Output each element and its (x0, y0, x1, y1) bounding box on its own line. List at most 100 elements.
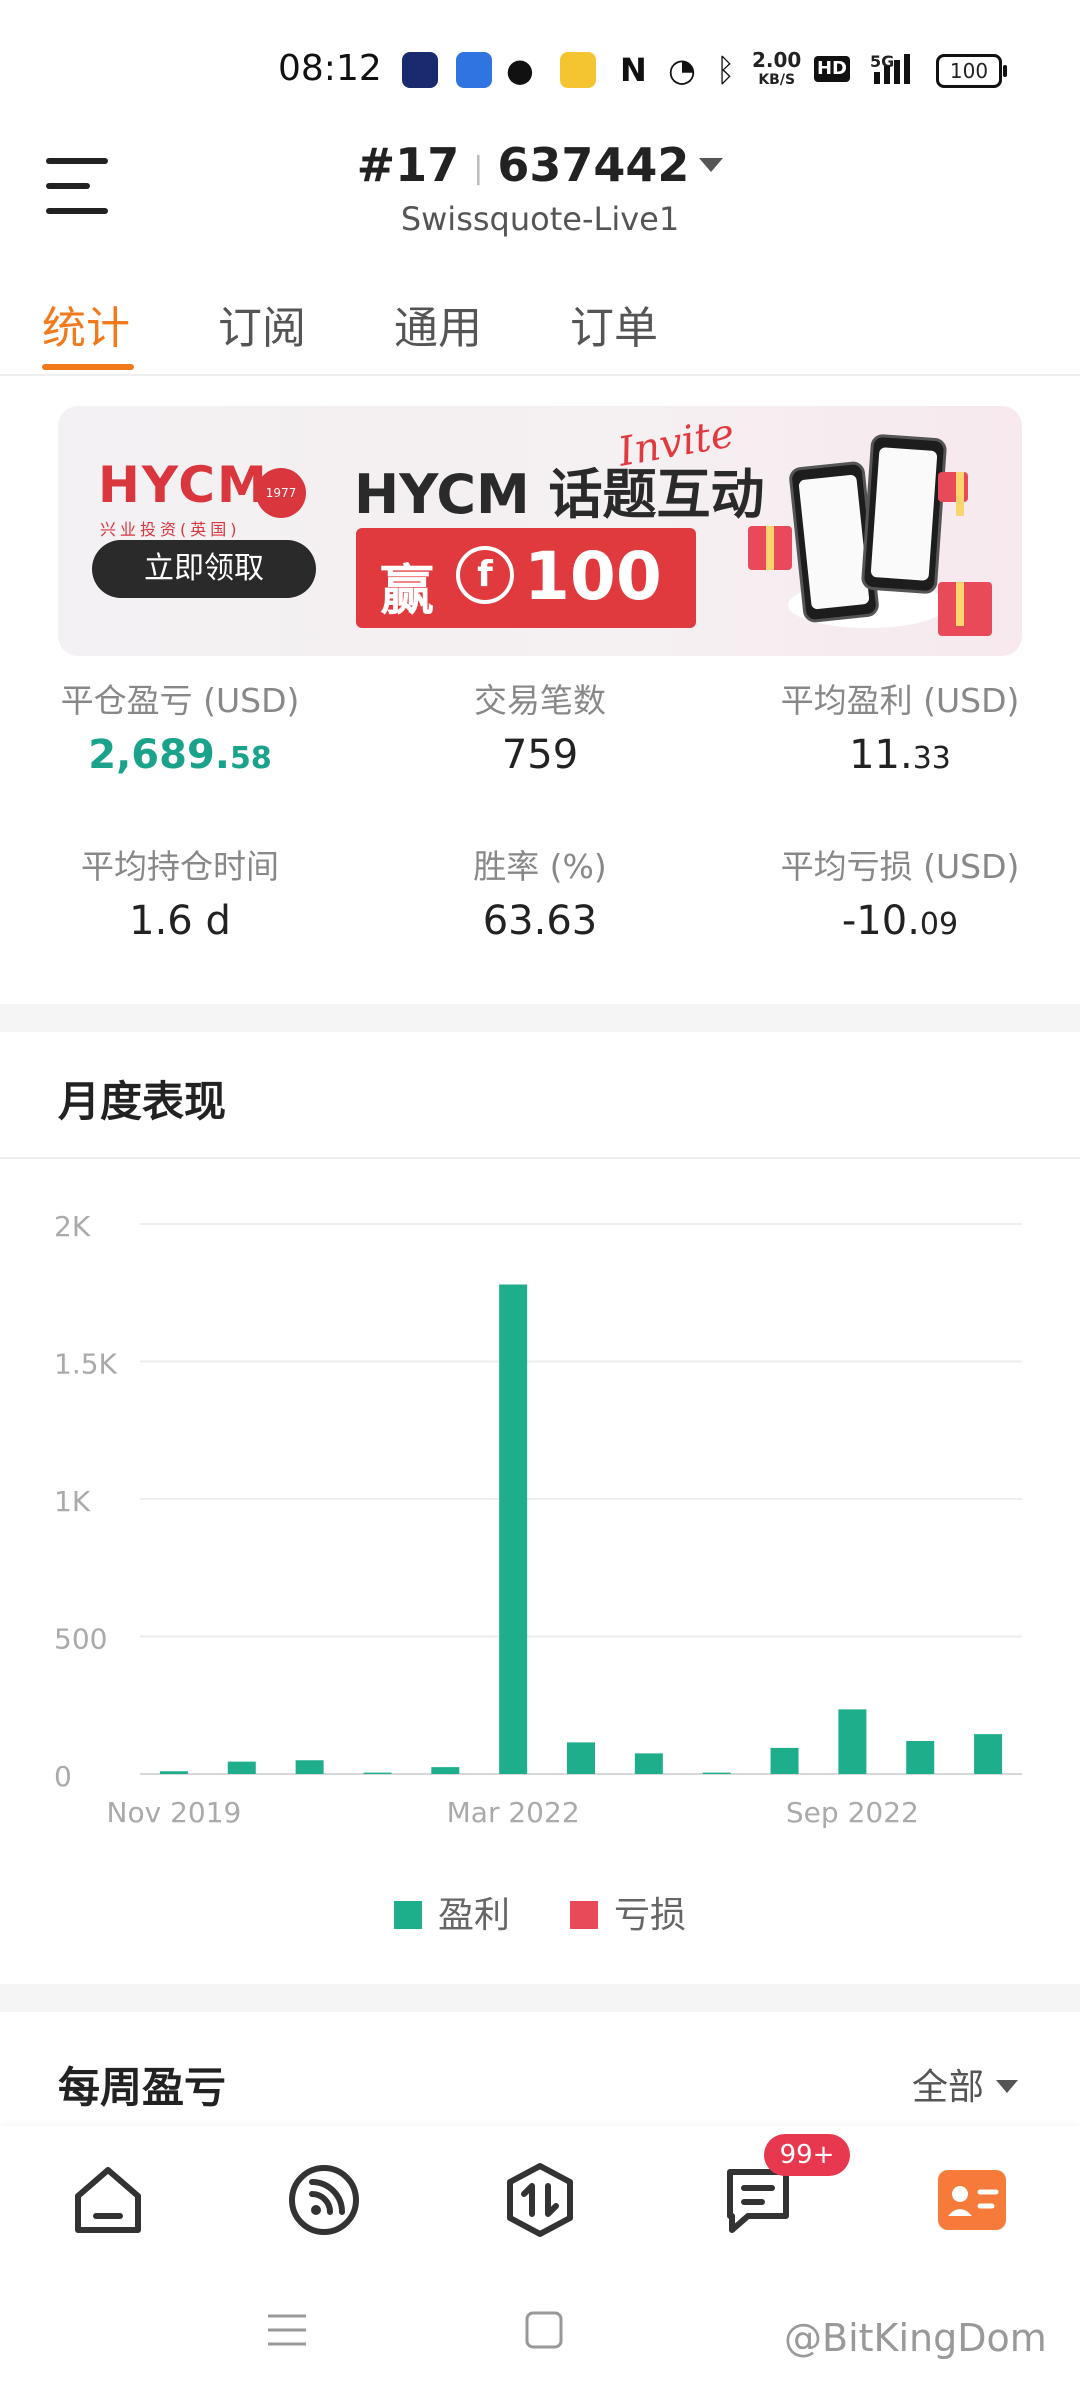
bottom-navigation (0, 2126, 1080, 2266)
statistics-grid: 平仓盈亏 (USD) 2,689.58 交易笔数 759 平均盈利 (USD) … (0, 680, 1080, 1000)
bar (431, 1767, 460, 1774)
net-speed: 2.00 KB/S (752, 50, 801, 90)
stat-value: 1.6 d (0, 898, 360, 944)
legend-label: 盈利 (438, 1895, 511, 1936)
banner-prize-prefix: 赢 (380, 559, 434, 622)
stat-value: 63.63 (360, 898, 720, 944)
messages-badge: 99+ (764, 2134, 850, 2176)
status-bar: 08:12 ● N ◔ ᛒ 2.00 KB/S HD 5G 100 (0, 0, 1080, 130)
bar (159, 1771, 188, 1774)
stat-avg-loss: 平均亏损 (USD) -10.09 (720, 840, 1080, 944)
y-tick-label: 0 (54, 1760, 72, 1793)
bar (770, 1747, 799, 1774)
y-tick-label: 1.5K (54, 1348, 118, 1381)
recent-apps-icon[interactable] (266, 2310, 308, 2352)
feed-icon[interactable] (284, 2160, 364, 2240)
bar (227, 1761, 256, 1774)
bar (838, 1709, 867, 1774)
home-icon[interactable] (68, 2160, 148, 2240)
mail-icon (560, 52, 596, 88)
stat-win-rate: 胜率 (%) 63.63 (360, 840, 720, 944)
stat-value-main: 63.63 (482, 898, 598, 944)
x-tick-label: Mar 2022 (447, 1796, 580, 1829)
stat-value-decimal: 33 (912, 741, 951, 776)
chevron-down-icon (699, 157, 724, 172)
profile-icon[interactable] (932, 2160, 1012, 2240)
tab-general[interactable]: 通用 (394, 292, 482, 356)
chevron-down-icon (996, 2079, 1019, 2093)
bar (567, 1742, 595, 1774)
stat-value-main: -10. (841, 898, 920, 944)
section-divider (0, 1984, 1080, 2012)
y-tick-label: 2K (54, 1210, 91, 1243)
bluetooth-icon: ᛒ (716, 51, 736, 89)
account-selector[interactable]: #17 | 637442 (0, 138, 1080, 192)
legend-loss[interactable]: 亏损 (570, 1886, 686, 1938)
active-tab-indicator (42, 364, 134, 370)
monthly-performance-title: 月度表现 (58, 1077, 227, 1126)
stat-label: 平均持仓时间 (81, 847, 279, 886)
bar (363, 1772, 392, 1774)
stat-value-main: 11. (849, 732, 913, 778)
legend-swatch-loss (570, 1901, 598, 1929)
stat-value: 759 (360, 732, 720, 778)
account-number: 637442 (497, 138, 690, 192)
weekly-pnl-title: 每周盈亏 (58, 2063, 227, 2112)
app-icon-1 (402, 52, 438, 88)
banner-logo: HYCM (98, 456, 269, 514)
battery-icon: 100 (936, 54, 1007, 88)
stat-trade-count: 交易笔数 759 (360, 680, 720, 778)
tab-orders[interactable]: 订单 (570, 292, 658, 356)
stat-label: 交易笔数 (474, 681, 606, 720)
stat-label: 胜率 (%) (473, 847, 607, 886)
coin-icon: f (456, 546, 514, 604)
signal-icon (874, 54, 910, 84)
stat-label: 平均亏损 (USD) (780, 847, 1020, 886)
server-name: Swissquote-Live1 (400, 200, 680, 238)
stat-value-decimal: 58 (229, 741, 272, 776)
legend-label: 亏损 (614, 1895, 687, 1936)
legend-swatch-profit (394, 1901, 422, 1929)
phone-graphic (860, 433, 948, 595)
banner-title: HYCM 话题互动 (354, 463, 765, 526)
weekly-filter-dropdown[interactable]: 全部 (912, 2058, 1019, 2110)
banner-logo-year: 1977 (256, 468, 306, 518)
gift-icon (748, 526, 792, 570)
tab-subscription[interactable]: 订阅 (218, 292, 306, 356)
x-tick-label: Nov 2019 (107, 1796, 242, 1829)
divider (0, 1157, 1080, 1159)
banner-logo-subtitle: 兴业投资(英国) (100, 520, 241, 539)
stat-value: 11.33 (720, 732, 1080, 778)
promo-banner[interactable]: HYCM 1977 兴业投资(英国) 立即领取 HYCM 话题互动 Invite… (58, 406, 1022, 656)
tab-statistics[interactable]: 统计 (42, 292, 130, 356)
section-divider (0, 1004, 1080, 1032)
stat-value-main: 759 (501, 732, 579, 778)
stat-avg-hold-time: 平均持仓时间 1.6 d (0, 840, 360, 944)
stat-value-decimal: 09 (919, 907, 959, 942)
tab-bar: 统计 订阅 通用 订单 (0, 280, 1080, 376)
bar (295, 1760, 324, 1774)
stat-closed-pnl: 平仓盈亏 (USD) 2,689.58 (0, 680, 360, 778)
bar (634, 1753, 663, 1774)
watermark: @BitKingDom (784, 2316, 1047, 2360)
y-tick-label: 500 (54, 1623, 107, 1656)
hd-icon: HD (814, 56, 850, 82)
trade-icon[interactable] (500, 2160, 580, 2240)
wechat-icon: ● (506, 51, 534, 89)
app-icon-2 (456, 52, 492, 88)
weekly-filter-label: 全部 (912, 2067, 985, 2108)
banner-claim-button[interactable]: 立即领取 (92, 540, 316, 598)
stat-avg-profit: 平均盈利 (USD) 11.33 (720, 680, 1080, 778)
stat-label: 平仓盈亏 (USD) (60, 681, 300, 720)
stat-value-main: 2,689. (88, 732, 230, 778)
net-speed-value: 2.00 (752, 48, 802, 72)
stat-value: -10.09 (720, 898, 1080, 944)
stat-value: 2,689.58 (0, 732, 360, 778)
home-button-icon[interactable] (524, 2310, 564, 2350)
gift-icon (938, 472, 968, 516)
legend-profit[interactable]: 盈利 (394, 1886, 510, 1938)
stat-value-main: 1.6 d (129, 898, 231, 944)
bar (702, 1772, 731, 1774)
alarm-icon: ◔ (668, 51, 696, 89)
monthly-performance-chart: 2K 1.5K 1K 500 0 Nov 2019 Mar 2022 Sep 2022 (54, 1210, 1022, 1829)
